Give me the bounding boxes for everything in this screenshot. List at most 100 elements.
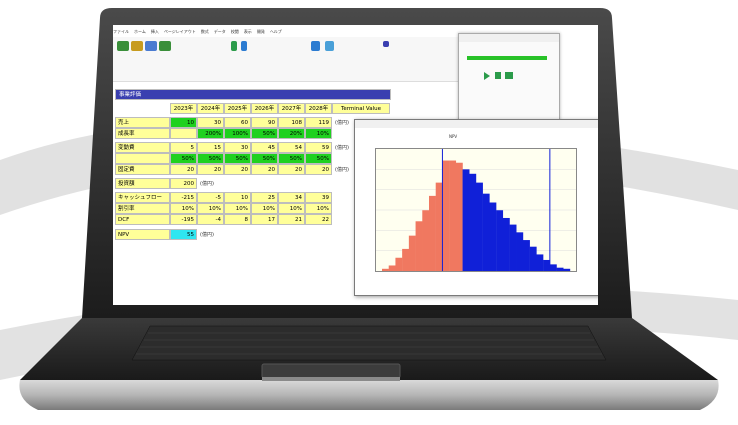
row-label[interactable]: 成長率 <box>115 128 170 139</box>
histogram-window: NPV <box>354 119 598 296</box>
row-label[interactable]: 投資額 <box>115 178 170 189</box>
year-header[interactable]: Terminal Value <box>332 103 390 114</box>
year-header[interactable]: 2025年 <box>224 103 251 114</box>
row-label[interactable]: 変動費 <box>115 142 170 153</box>
ribbon-icon[interactable] <box>311 41 320 51</box>
value-cell[interactable]: 10% <box>278 203 305 214</box>
year-header[interactable]: 2026年 <box>251 103 278 114</box>
histogram-bar-positive <box>502 217 510 271</box>
value-cell[interactable]: 90 <box>251 117 278 128</box>
ribbon-icon[interactable] <box>117 41 129 51</box>
row-label[interactable] <box>115 153 170 164</box>
value-cell[interactable]: 50% <box>278 153 305 164</box>
value-cell[interactable]: 10% <box>224 203 251 214</box>
value-cell[interactable]: 50% <box>251 153 278 164</box>
ribbon-icon[interactable] <box>131 41 143 51</box>
value-cell[interactable]: 20 <box>197 164 224 175</box>
stop-button[interactable] <box>495 72 501 79</box>
value-cell[interactable] <box>170 128 197 139</box>
value-cell[interactable]: 30 <box>224 142 251 153</box>
value-cell[interactable]: 100% <box>224 128 251 139</box>
histogram-bar-positive <box>482 193 490 271</box>
value-cell[interactable]: 34 <box>278 192 305 203</box>
value-cell[interactable]: 20 <box>170 164 197 175</box>
year-header[interactable]: 2023年 <box>170 103 197 114</box>
ribbon-icon[interactable] <box>325 41 334 51</box>
ribbon-icon[interactable] <box>383 41 389 47</box>
value-cell[interactable]: 15 <box>197 142 224 153</box>
ribbon-icon[interactable] <box>241 41 247 51</box>
value-cell[interactable]: 119 <box>305 117 332 128</box>
value-cell[interactable]: -195 <box>170 214 197 225</box>
value-cell[interactable]: 45 <box>251 142 278 153</box>
series-label: NPV <box>449 134 458 139</box>
value-cell[interactable]: 55 <box>170 229 197 240</box>
histogram-bar-negative <box>455 162 463 271</box>
histogram-bar-negative <box>408 235 416 271</box>
row-label[interactable]: 売上 <box>115 117 170 128</box>
value-cell[interactable]: 50% <box>305 153 332 164</box>
histogram-bar-positive <box>509 224 517 271</box>
value-cell[interactable]: 10 <box>224 192 251 203</box>
value-cell[interactable]: 10% <box>197 203 224 214</box>
value-cell[interactable]: 8 <box>224 214 251 225</box>
value-cell[interactable]: -5 <box>197 192 224 203</box>
value-cell[interactable]: 54 <box>278 142 305 153</box>
rewind-button[interactable] <box>505 72 513 79</box>
year-header[interactable]: 2028年 <box>305 103 332 114</box>
value-cell[interactable]: 200 <box>170 178 197 189</box>
histogram-bar-positive <box>549 264 557 271</box>
histogram-bar-negative <box>422 210 430 271</box>
row-label[interactable]: 割引率 <box>115 203 170 214</box>
histogram-bar-positive <box>489 202 497 271</box>
ribbon-icon[interactable] <box>231 41 237 51</box>
value-cell[interactable]: 30 <box>197 117 224 128</box>
ribbon-icon[interactable] <box>159 41 171 51</box>
value-cell[interactable]: 20% <box>278 128 305 139</box>
histogram-bar-negative <box>415 221 423 271</box>
value-cell[interactable]: 10% <box>305 203 332 214</box>
year-header[interactable]: 2024年 <box>197 103 224 114</box>
row-label[interactable]: キャッシュフロー <box>115 192 170 203</box>
value-cell[interactable]: 21 <box>278 214 305 225</box>
value-cell[interactable]: 50% <box>251 128 278 139</box>
value-cell[interactable]: 10% <box>251 203 278 214</box>
value-cell[interactable]: 39 <box>305 192 332 203</box>
chart-window-titlebar <box>355 120 598 128</box>
histogram-bar-negative <box>449 160 457 271</box>
value-cell[interactable]: 50% <box>224 153 251 164</box>
row-label[interactable]: NPV <box>115 229 170 240</box>
row-label[interactable]: 固定費 <box>115 164 170 175</box>
unit-label: (億円) <box>200 232 214 238</box>
value-cell[interactable]: -4 <box>197 214 224 225</box>
value-cell[interactable]: 108 <box>278 117 305 128</box>
row-label[interactable]: DCF <box>115 214 170 225</box>
value-cell[interactable]: 10% <box>170 203 197 214</box>
histogram-bar-positive <box>496 210 504 271</box>
histogram-bar-positive <box>469 173 477 271</box>
value-cell[interactable]: 10 <box>170 117 197 128</box>
value-cell[interactable]: 5 <box>170 142 197 153</box>
play-button[interactable] <box>484 72 490 80</box>
value-cell[interactable]: 20 <box>224 164 251 175</box>
value-cell[interactable]: 20 <box>251 164 278 175</box>
value-cell[interactable]: 59 <box>305 142 332 153</box>
ribbon-icon[interactable] <box>145 41 157 51</box>
value-cell[interactable]: -215 <box>170 192 197 203</box>
value-cell[interactable]: 20 <box>278 164 305 175</box>
value-cell[interactable]: 25 <box>251 192 278 203</box>
value-cell[interactable]: 60 <box>224 117 251 128</box>
value-cell[interactable]: 22 <box>305 214 332 225</box>
value-cell[interactable]: 20 <box>305 164 332 175</box>
value-cell[interactable]: 10% <box>305 128 332 139</box>
value-cell[interactable]: 17 <box>251 214 278 225</box>
histogram-bar-positive <box>523 240 530 271</box>
value-cell[interactable]: 50% <box>170 153 197 164</box>
value-cell[interactable]: 200% <box>197 128 224 139</box>
histogram-bar-positive <box>516 232 524 271</box>
laptop-screen: ファイル ホーム 挿入 ページレイアウト 数式 データ 校閲 表示 開発 ヘルプ 事業評価 202… <box>113 25 598 305</box>
histogram-plot <box>375 148 577 272</box>
value-cell[interactable]: 50% <box>197 153 224 164</box>
progress-bar <box>467 56 547 60</box>
year-header[interactable]: 2027年 <box>278 103 305 114</box>
